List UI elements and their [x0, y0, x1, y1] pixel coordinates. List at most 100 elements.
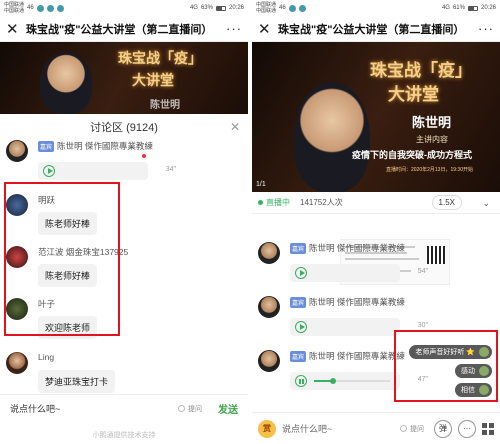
- live-status-bar: 直播中 141752人次 1.5X ⌄: [252, 192, 500, 214]
- pause-icon[interactable]: [295, 375, 307, 387]
- speaker-photo: [294, 82, 370, 192]
- grid-menu-icon[interactable]: [482, 422, 494, 435]
- voice-message[interactable]: 54": [290, 264, 428, 282]
- ask-question-toggle[interactable]: 提问: [178, 404, 202, 414]
- talk-topic: 疫情下的自我突破-成功方程式: [352, 150, 472, 160]
- page-title: 珠宝战"疫"公益大讲堂（第二直播间）: [26, 23, 213, 36]
- radio-icon: [400, 425, 407, 433]
- comment-input[interactable]: 说点什么吧~: [282, 422, 394, 435]
- reward-button[interactable]: 赏: [258, 419, 276, 438]
- banner-title: 珠宝战「疫」: [118, 51, 202, 67]
- carrier-label: 中国联通 中国联通: [256, 2, 277, 14]
- carrier-label: 中国联通 中国联通: [4, 2, 25, 14]
- signal-indicator: 46: [279, 5, 286, 11]
- close-icon[interactable]: ✕: [230, 120, 240, 134]
- speaker-name: 陈世明: [412, 115, 452, 130]
- unread-dot: [142, 154, 146, 158]
- speaker-name: 陈世明: [150, 100, 180, 111]
- guest-badge: 嘉宾: [290, 297, 307, 309]
- highlight-box: [4, 182, 120, 336]
- guest-badge: 嘉宾: [290, 351, 307, 363]
- clock: 20:26: [480, 5, 496, 11]
- page-indicator: 1/1: [256, 181, 266, 188]
- progress-knob[interactable]: [330, 378, 336, 384]
- banner-title: 珠宝战「疫」: [370, 61, 472, 81]
- message-author: 嘉宾 陈世明 傑作國際專業教練: [38, 141, 153, 153]
- discussion-header: 讨论区 (9124) ✕: [0, 114, 248, 140]
- battery-icon: [215, 5, 226, 11]
- list-item: 嘉宾 陈世明 傑作國際專業教練 34": [6, 140, 242, 186]
- notification-icon: [298, 4, 306, 12]
- avatar: [258, 242, 280, 264]
- guest-badge: 嘉宾: [38, 141, 55, 153]
- signal-indicator: 46: [27, 5, 34, 11]
- bullet-comment-button[interactable]: 弹: [434, 419, 452, 438]
- discussion-title: 讨论区 (9124): [90, 122, 158, 134]
- bottom-input-bar: 赏 说点什么吧~ 提问 弹 ···: [252, 412, 500, 444]
- progress-track[interactable]: [314, 378, 390, 384]
- app-icon: [56, 4, 64, 12]
- highlight-box: [394, 330, 498, 402]
- wechat-icon: [288, 4, 296, 12]
- comment-input-bar: 说点什么吧~ 提问 发送: [0, 394, 248, 422]
- close-icon[interactable]: ✕: [6, 20, 19, 38]
- more-options-icon[interactable]: ···: [226, 21, 242, 36]
- network-type: 4G: [189, 5, 198, 11]
- play-icon[interactable]: [295, 321, 307, 333]
- title-bar: ✕ 珠宝战"疫"公益大讲堂（第二直播间） ···: [252, 16, 500, 42]
- avatar: [258, 296, 280, 318]
- guest-badge: 嘉宾: [290, 243, 307, 255]
- message-author: Ling: [38, 352, 55, 362]
- list-item: 嘉宾 陈世明 傑作國際專業教練 54": [258, 242, 494, 286]
- ask-question-toggle[interactable]: 提问: [400, 424, 424, 434]
- comment-input[interactable]: 说点什么吧~: [10, 402, 178, 415]
- more-options-icon[interactable]: ···: [478, 21, 494, 36]
- message-author: 嘉宾 陈世明 傑作國際專業教練: [290, 297, 405, 309]
- live-status: 直播中: [266, 198, 290, 207]
- network-type: 4G: [441, 5, 450, 11]
- video-banner[interactable]: 珠宝战「疫」 大讲堂 陈世明: [0, 42, 248, 114]
- send-button[interactable]: 发送: [218, 401, 238, 416]
- notification-icon: [46, 4, 54, 12]
- chevron-down-icon[interactable]: ⌄: [482, 198, 490, 209]
- radio-icon: [178, 405, 185, 413]
- more-icon[interactable]: ···: [458, 419, 476, 438]
- talk-subtitle: 主讲内容: [416, 135, 448, 144]
- battery-percent: 63%: [200, 5, 213, 11]
- voice-duration: 34": [165, 166, 176, 173]
- battery-percent: 61%: [452, 5, 465, 11]
- voice-message[interactable]: 30": [290, 318, 428, 336]
- avatar: [6, 140, 28, 162]
- voice-duration: 54": [417, 268, 428, 275]
- footer-credit: 小鹅通提供技术支持: [92, 432, 156, 439]
- banner-subtitle: 大讲堂: [388, 85, 439, 105]
- close-icon[interactable]: ✕: [258, 20, 271, 38]
- discussion-panel: 讨论区 (9124) ✕ 嘉宾 陈世明 傑作國際專業教練 34" 明跃 陈老师好棒…: [0, 114, 248, 444]
- banner-subtitle: 大讲堂: [132, 73, 174, 89]
- talk-date: 直播时间：2020年2月13日，19:30开始: [386, 167, 473, 173]
- playback-rate-button[interactable]: 1.5X: [431, 195, 462, 210]
- play-icon[interactable]: [43, 165, 55, 177]
- battery-icon: [467, 5, 478, 11]
- list-item: Ling 梦迪亚珠宝打卡: [6, 352, 242, 396]
- video-player[interactable]: 珠宝战「疫」 大讲堂 陈世明 主讲内容 疫情下的自我突破-成功方程式 直播时间：…: [252, 42, 500, 192]
- voice-duration: 30": [417, 322, 428, 329]
- page-title: 珠宝战"疫"公益大讲堂（第二直播间）: [278, 23, 465, 36]
- avatar: [6, 352, 28, 374]
- message-author: 嘉宾 陈世明 傑作國際專業教練: [290, 351, 405, 363]
- clock: 20:26: [228, 5, 244, 11]
- status-bar: 中国联通 中国联通 46 4G 61% 20:26: [252, 0, 500, 16]
- live-dot-icon: [258, 200, 263, 205]
- wechat-icon: [36, 4, 44, 12]
- view-count: 141752人次: [300, 198, 343, 207]
- message-author: 嘉宾 陈世明 傑作國際專業教練: [290, 243, 405, 255]
- speaker-photo: [40, 52, 92, 114]
- voice-message-playing[interactable]: 47": [290, 372, 428, 390]
- status-bar: 中国联通 中国联通 46 4G 63% 20:26: [0, 0, 248, 16]
- title-bar: ✕ 珠宝战"疫"公益大讲堂（第二直播间） ···: [0, 16, 248, 42]
- voice-message[interactable]: 34": [38, 162, 176, 180]
- right-phone-screen: 中国联通 中国联通 46 4G 61% 20:26 ✕ 珠宝战"疫"公益大讲堂（…: [252, 0, 500, 444]
- message-bubble: 梦迪亚珠宝打卡: [38, 370, 116, 393]
- left-phone-screen: 中国联通 中国联通 46 4G 63% 20:26 ✕ 珠宝战"疫"公益大讲堂（…: [0, 0, 248, 444]
- play-icon[interactable]: [295, 267, 307, 279]
